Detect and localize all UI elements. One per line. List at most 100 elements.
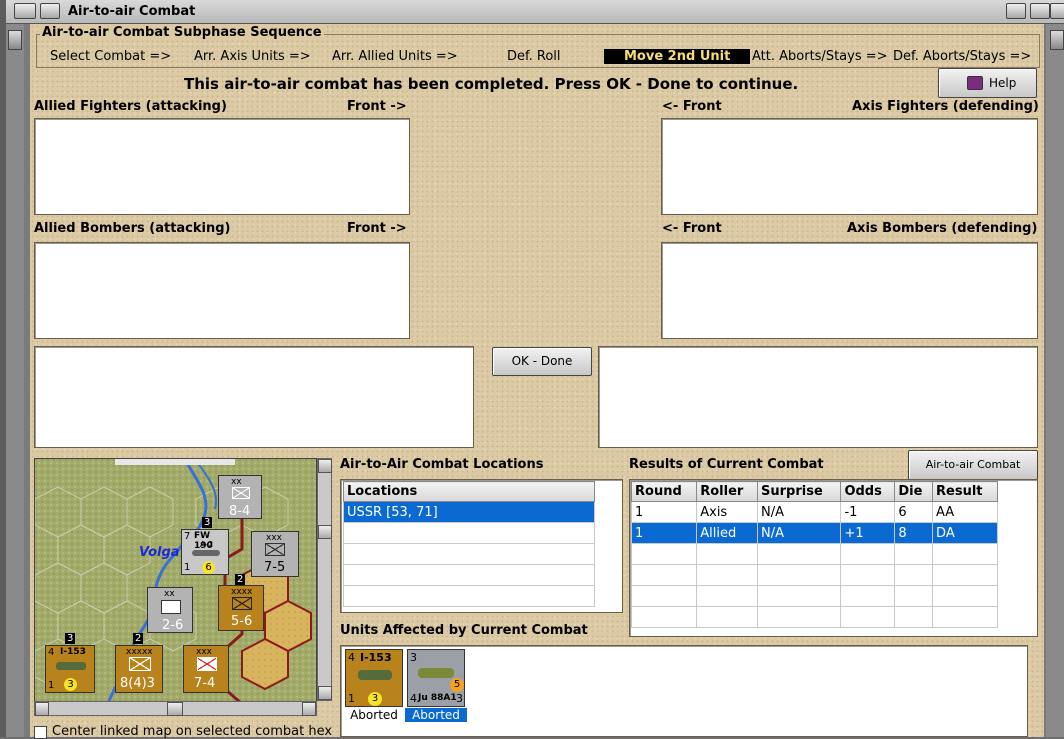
fw190-left: 7 [184,531,191,542]
status-message: This air-to-air combat has been complete… [184,75,799,93]
map-horizontal-scrollbar[interactable] [34,701,317,716]
center-map-checkbox[interactable] [34,726,47,739]
counter-3-type: xxxx [231,587,253,597]
maximize-button[interactable] [1030,3,1050,19]
result-row[interactable]: 1 Axis N/A -1 6 AA [630,501,998,523]
col-result[interactable]: Result [932,481,998,502]
map-counter-6[interactable]: xx 2-6 [147,587,193,633]
map-scroll-thumb-v[interactable] [318,525,332,539]
results-table-panel[interactable]: Round Roller Surprise Odds Die Result 1 … [629,479,1038,637]
result-row-empty[interactable] [630,564,998,586]
stack-number-3: 3 [65,633,76,644]
allied-message-panel [34,346,474,448]
i153-map-bottom-left: 1 [48,680,55,691]
map-scroll-right[interactable] [302,702,316,716]
river-label: Volga [139,545,180,560]
result-round: 1 [630,501,698,523]
map-counter-5[interactable]: xxx 7-4 [183,645,229,693]
map-scroll-left[interactable] [35,702,49,716]
unit-i153-status: Aborted [350,708,398,722]
window-left-button[interactable] [40,3,60,19]
locations-list[interactable]: Locations USSR [53, 71] [340,479,623,613]
fw190-sub: A-2 [200,540,214,549]
i153-map-name: I-153 [60,647,86,657]
ok-done-button[interactable]: OK - Done [492,347,592,376]
map-counter-2[interactable]: xxx 7-5 [251,531,299,577]
result-row-empty[interactable] [630,606,998,628]
location-row-empty[interactable] [343,543,595,565]
linked-map[interactable]: Volga xx 8-4 xxx 7-5 xxxx 5-6 xxxxx 8(4)… [34,458,317,714]
map-counter-1[interactable]: xx 8-4 [218,475,262,519]
i153-map-plane-icon [56,662,86,670]
axis-bombers-title: Axis Bombers (defending) [847,221,1038,236]
unit-ju88-badge: 5 [450,678,464,692]
help-button[interactable]: Help [938,68,1037,98]
unit-i153-counter[interactable]: 4 I-153 1 3 [345,649,403,707]
results-section-title: Results of Current Combat [629,457,824,472]
left-strip-knob[interactable] [8,30,22,50]
map-counter-4[interactable]: xxxxx 8(4)3 [115,645,163,693]
step-move-2nd-unit: Move 2nd Unit [604,49,751,64]
system-menu-button[interactable] [14,3,36,19]
map-scroll-thumb-h[interactable] [167,702,183,716]
step-select-combat: Select Combat => [50,49,172,64]
result-die: 6 [894,501,934,523]
map-counter-3[interactable]: xxxx 5-6 [218,585,264,631]
map-vertical-scrollbar[interactable] [317,458,332,701]
step-def-aborts-stays: Def. Aborts/Stays => [893,49,1032,64]
result-row-empty[interactable] [630,543,998,565]
location-row[interactable]: USSR [53, 71] [343,501,595,523]
stack-number-4: 2 [133,633,144,644]
map-scroll-down[interactable] [318,686,332,700]
unit-ju88-counter[interactable]: 3 5 4 Ju 88A1 3 [407,649,465,707]
counter-2-type: xxx [266,533,282,543]
result-row[interactable]: 1 Allied N/A +1 8 DA [630,522,998,544]
col-roller[interactable]: Roller [696,481,759,502]
col-die[interactable]: Die [894,481,934,502]
map-scroll-up[interactable] [318,459,332,473]
location-row-empty[interactable] [343,522,595,544]
help-book-icon [967,76,983,90]
allied-bombers-title: Allied Bombers (attacking) [34,221,231,236]
units-affected-panel[interactable]: 4 I-153 1 3 Aborted 3 5 4 Ju 88A1 3 Abor… [340,645,1028,737]
counter-6-type: xx [164,589,175,599]
allied-bombers-panel[interactable] [34,242,410,339]
right-strip-knob[interactable] [1050,30,1064,50]
close-button[interactable] [1050,3,1064,19]
result-surprise: N/A [757,522,842,544]
axis-fighters-panel[interactable] [661,118,1038,215]
col-odds[interactable]: Odds [840,481,896,502]
left-scroll-strip [6,24,24,737]
main-panel: Air-to-air Combat Subphase Sequence Sele… [30,24,1044,739]
col-surprise[interactable]: Surprise [757,481,842,502]
fw190-badge: 6 [202,561,215,574]
counter-1-symbol [232,487,250,499]
location-cell: USSR [53, 71] [343,501,595,523]
counter-5-symbol [197,657,217,671]
counter-2-symbol [265,543,285,556]
col-round[interactable]: Round [630,481,698,502]
axis-fighters-front: <- Front [662,99,722,114]
counter-5-strength: 7-4 [194,676,216,691]
counter-1-type: xx [231,477,242,487]
axis-bombers-panel[interactable] [661,242,1038,339]
result-row-empty[interactable] [630,585,998,607]
counter-4-symbol [129,657,151,671]
counter-1-strength: 8-4 [229,504,251,519]
location-row-empty[interactable] [343,564,595,586]
unit-i153-left: 4 [348,651,355,664]
fw190-counter[interactable]: 7 FW 190 A-2 1 6 [181,529,229,575]
subphase-title: Air-to-air Combat Subphase Sequence [40,25,324,40]
counter-2-strength: 7-5 [264,560,286,575]
counter-6-strength: 2-6 [162,618,184,633]
location-row-empty[interactable] [343,585,595,607]
allied-fighters-panel[interactable] [34,118,410,215]
combat-chart-button[interactable]: Air-to-air Combat Chart [908,450,1038,499]
unit-ju88-plane-icon [418,668,454,678]
result-result: DA [932,522,998,544]
stack-number-1: 3 [202,517,213,528]
i153-map-counter[interactable]: 4 I-153 1 3 [45,645,95,693]
minimize-button[interactable] [1006,3,1026,19]
step-def-roll: Def. Roll [507,49,561,64]
result-odds: -1 [840,501,896,523]
